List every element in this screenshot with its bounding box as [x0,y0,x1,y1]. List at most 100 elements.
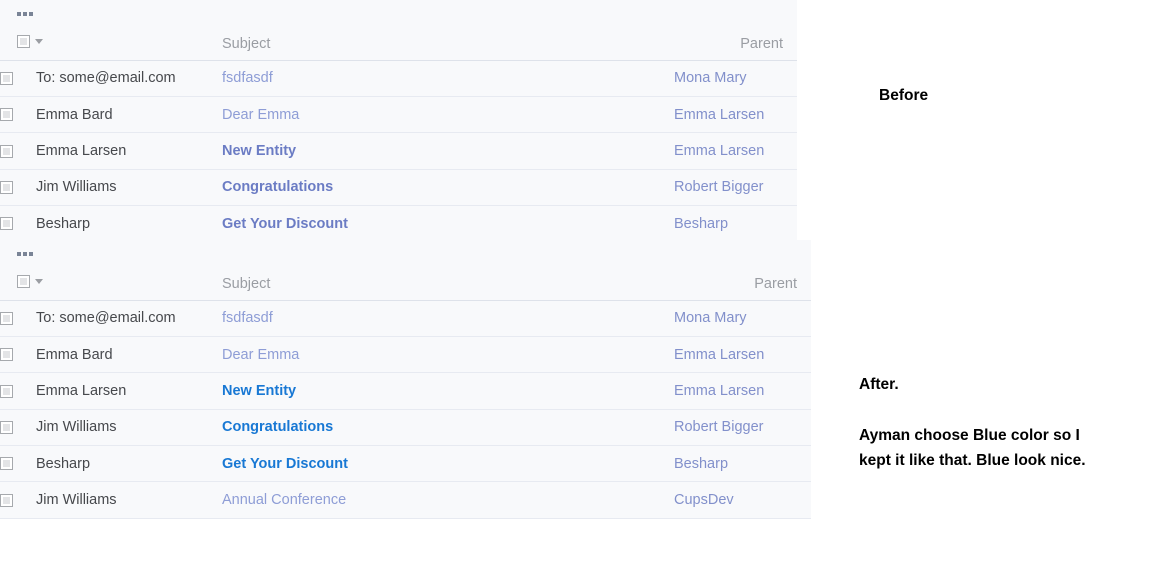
select-all-cell[interactable] [0,268,43,301]
table-row[interactable]: Emma Larsen New Entity Emma Larsen [0,132,797,170]
checkbox-icon[interactable] [0,144,13,158]
subject-link[interactable]: Congratulations [222,419,333,435]
checkbox-icon[interactable] [0,421,13,435]
checkbox-icon[interactable] [17,275,30,289]
subject-link[interactable]: New Entity [222,383,296,399]
table-body-after: To: some@email.com fsdfasdf Mona Mary Emma … [0,300,811,519]
parent-link[interactable]: Mona Mary [674,310,747,326]
table-row[interactable]: Besharp Get Your Discount Besharp [0,205,797,243]
row-select-cell[interactable] [0,336,36,374]
cell-parent[interactable]: CupsDev [674,481,811,519]
cell-parent[interactable]: Emma Larsen [674,372,811,410]
table-row[interactable]: To: some@email.com fsdfasdf Mona Mary [0,300,811,337]
column-header-from[interactable] [36,28,222,61]
parent-link[interactable]: Robert Bigger [674,179,763,195]
cell-parent[interactable]: Robert Bigger [674,169,797,207]
cell-parent[interactable]: Emma Larsen [674,336,811,374]
parent-link[interactable]: Emma Larsen [674,143,764,159]
row-select-cell[interactable] [0,300,36,337]
cell-subject[interactable]: Get Your Discount [222,205,674,243]
cell-parent[interactable]: Emma Larsen [674,132,797,170]
table-row[interactable]: Jim Williams Congratulations Robert Bigger [0,409,811,447]
row-select-cell[interactable] [0,445,36,483]
column-header-subject[interactable]: Subject [222,28,674,61]
table-row[interactable]: Besharp Get Your Discount Besharp [0,445,811,483]
checkbox-icon[interactable] [0,311,13,325]
cell-subject[interactable]: Annual Conference [222,481,674,519]
row-select-cell[interactable] [0,372,36,410]
cell-parent[interactable]: Besharp [674,205,797,243]
subject-link[interactable]: Get Your Discount [222,456,348,472]
parent-link[interactable]: Besharp [674,456,728,472]
cell-from: Emma Larsen [36,372,222,410]
parent-link[interactable]: CupsDev [674,492,734,508]
subject-link[interactable]: Dear Emma [222,107,299,123]
subject-link[interactable]: Dear Emma [222,347,299,363]
table-row[interactable]: Jim Williams Congratulations Robert Bigger [0,169,797,207]
checkbox-icon[interactable] [17,35,30,49]
annotation-after-label: After. [859,376,899,393]
cell-subject[interactable]: Congratulations [222,409,674,447]
checkbox-icon[interactable] [0,348,13,362]
ellipsis-icon[interactable] [17,252,33,256]
checkbox-icon[interactable] [0,384,13,398]
cell-subject[interactable]: fsdfasdf [222,300,674,337]
cell-subject[interactable]: Get Your Discount [222,445,674,483]
subject-link[interactable]: fsdfasdf [222,70,273,86]
column-header-subject[interactable]: Subject [222,268,674,301]
cell-parent[interactable]: Robert Bigger [674,409,811,447]
row-select-cell[interactable] [0,169,36,207]
table-header-row: Subject Parent [0,28,797,61]
cell-parent[interactable]: Emma Larsen [674,96,797,134]
table-row[interactable]: To: some@email.com fsdfasdf Mona Mary [0,60,797,97]
row-select-cell[interactable] [0,60,36,97]
cell-from: To: some@email.com [36,60,222,97]
subject-link[interactable]: Annual Conference [222,492,346,508]
subject-link[interactable]: New Entity [222,143,296,159]
mail-table-before: Subject Parent To: some@email.com fsdfasd… [0,28,797,243]
parent-link[interactable]: Mona Mary [674,70,747,86]
row-select-cell[interactable] [0,409,36,447]
subject-link[interactable]: Congratulations [222,179,333,195]
cell-from: Emma Bard [36,336,222,374]
table-row[interactable]: Jim Williams Annual Conference CupsDev [0,481,811,519]
checkbox-icon[interactable] [0,71,13,85]
ellipsis-icon[interactable] [17,12,33,16]
cell-subject[interactable]: Congratulations [222,169,674,207]
cell-subject[interactable]: Dear Emma [222,96,674,134]
select-all-cell[interactable] [0,28,43,61]
cell-subject[interactable]: New Entity [222,132,674,170]
cell-parent[interactable]: Mona Mary [674,60,797,97]
cell-subject[interactable]: New Entity [222,372,674,410]
mail-list-before: Subject Parent To: some@email.com fsdfasd… [0,0,797,243]
parent-link[interactable]: Emma Larsen [674,383,764,399]
table-row[interactable]: Emma Bard Dear Emma Emma Larsen [0,96,797,134]
checkbox-icon[interactable] [0,181,13,195]
caret-down-icon[interactable] [35,279,43,285]
cell-from: Besharp [36,445,222,483]
row-select-cell[interactable] [0,96,36,134]
parent-link[interactable]: Emma Larsen [674,347,764,363]
parent-link[interactable]: Emma Larsen [674,107,764,123]
parent-link[interactable]: Robert Bigger [674,419,763,435]
cell-subject[interactable]: Dear Emma [222,336,674,374]
table-row[interactable]: Emma Bard Dear Emma Emma Larsen [0,336,811,374]
checkbox-icon[interactable] [0,108,13,122]
column-header-parent[interactable]: Parent [674,28,797,61]
cell-parent[interactable]: Mona Mary [674,300,811,337]
row-select-cell[interactable] [0,481,36,519]
checkbox-icon[interactable] [0,457,13,471]
caret-down-icon[interactable] [35,39,43,45]
column-header-from[interactable] [36,268,222,301]
column-header-parent[interactable]: Parent [674,268,811,301]
parent-link[interactable]: Besharp [674,216,728,232]
checkbox-icon[interactable] [0,493,13,507]
subject-link[interactable]: fsdfasdf [222,310,273,326]
subject-link[interactable]: Get Your Discount [222,216,348,232]
checkbox-icon[interactable] [0,217,13,231]
row-select-cell[interactable] [0,205,36,243]
row-select-cell[interactable] [0,132,36,170]
cell-parent[interactable]: Besharp [674,445,811,483]
cell-subject[interactable]: fsdfasdf [222,60,674,97]
table-row[interactable]: Emma Larsen New Entity Emma Larsen [0,372,811,410]
